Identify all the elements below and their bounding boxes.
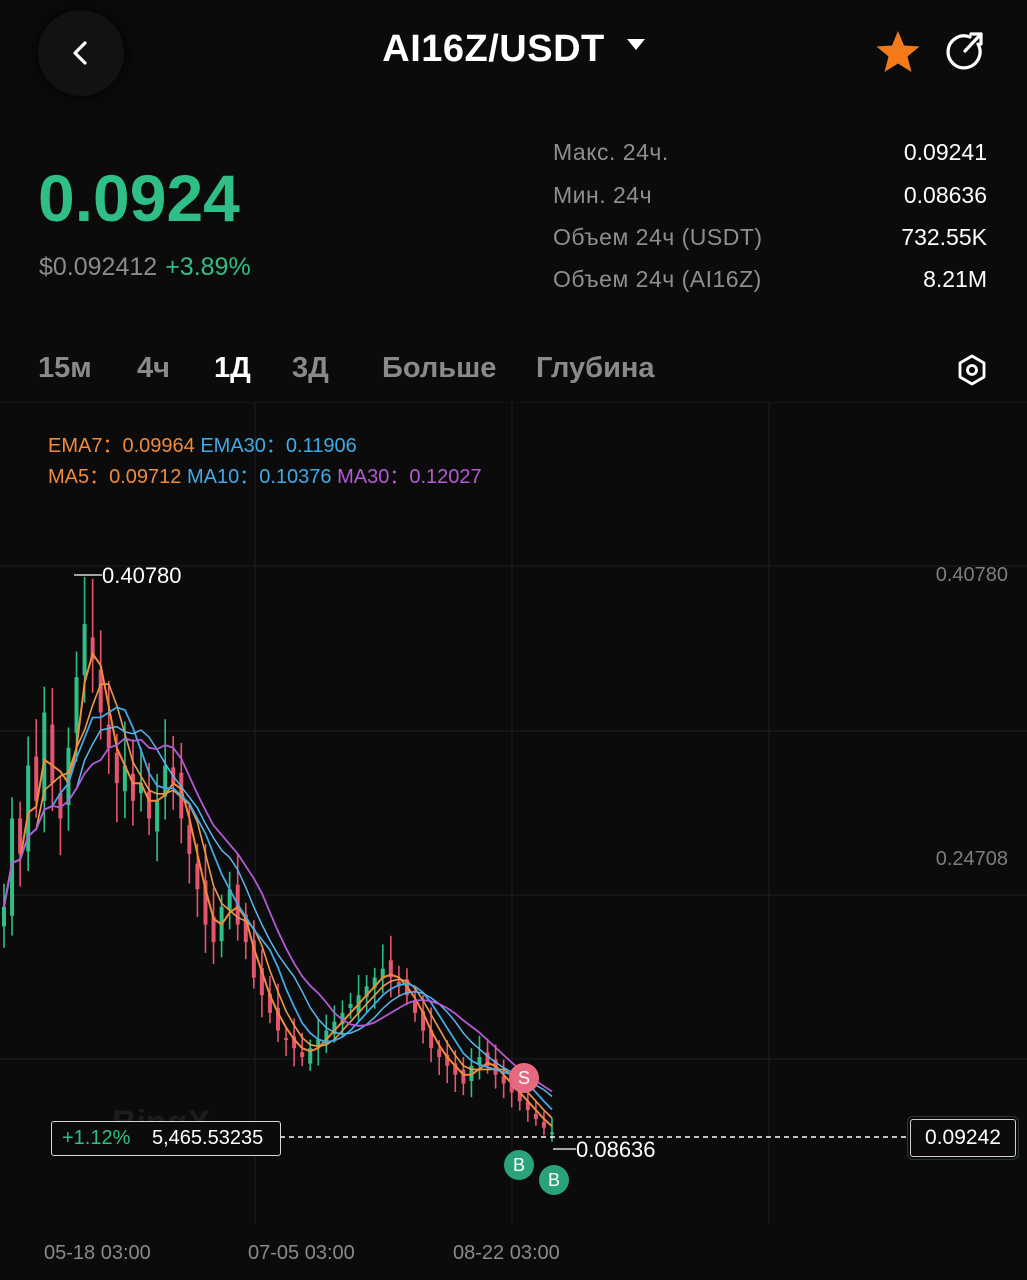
crosshair-percent: +1.12% (62, 1127, 131, 1149)
candle-body (82, 624, 87, 676)
candle-body (187, 825, 192, 854)
stat-value-high: 0.09241 (903, 139, 987, 165)
stat-label-volume-usdt: Объем 24ч (USDT) (553, 224, 763, 250)
crosshair-info-box: +1.12% 5,465.53235 (51, 1121, 281, 1156)
pair-selector[interactable]: AI16Z/USDT (0, 28, 1027, 71)
candle-body (348, 1004, 353, 1008)
tab-depth[interactable]: Глубина (536, 352, 655, 385)
hexagon-gear-icon (958, 354, 986, 386)
caret-down-icon (626, 39, 645, 51)
ema7-label: EMA7： (48, 435, 123, 457)
tab-more[interactable]: Больше (382, 352, 496, 385)
ema30-label: EMA30： (200, 435, 286, 457)
ma10-label: MA10： (186, 466, 260, 488)
tab-15m[interactable]: 15м (38, 352, 92, 385)
stat-label-high: Макс. 24ч. (553, 139, 669, 165)
x-tick-label: 07-05 03:00 (248, 1242, 355, 1264)
ema-legend: EMA7：0.09964 EMA30：0.11906 (48, 429, 357, 458)
ema7-value: 0.09964 (122, 435, 195, 457)
change-percent: +3.89% (165, 253, 251, 281)
low-price-label: 0.08636 (576, 1137, 656, 1162)
candle-body (533, 1113, 538, 1119)
candle-body (550, 1132, 554, 1135)
stat-label-low: Мин. 24ч (553, 182, 653, 208)
chart-grid (0, 402, 1027, 1224)
candle-body (2, 906, 6, 927)
ma10-value: 0.10376 (259, 466, 332, 488)
ma30-label: MA30： (337, 466, 410, 488)
share-button[interactable] (944, 30, 988, 79)
tab-4h[interactable]: 4ч (137, 352, 170, 385)
stat-label-volume-base: Объем 24ч (AI16Z) (553, 266, 762, 292)
stat-value-volume-base: 8.21M (923, 266, 987, 292)
high-price-label: 0.40780 (102, 563, 182, 588)
usd-price-row: $0.092412 +3.89% (39, 253, 251, 282)
candle-body (541, 1122, 546, 1128)
tab-3d[interactable]: 3Д (292, 352, 329, 385)
y-tick-label: 0.40780 (935, 564, 1008, 586)
indicator-lines (3, 651, 553, 1128)
y-tick-label: 0.24708 (935, 848, 1008, 870)
candle-body (50, 724, 55, 784)
candle-body (284, 1038, 289, 1041)
candle-body (42, 712, 47, 801)
pair-title: AI16Z/USDT (382, 28, 605, 70)
buy-marker[interactable]: B (504, 1150, 534, 1180)
crosshair-value: 5,465.53235 (152, 1127, 264, 1149)
candles (2, 576, 554, 1142)
ma30-value: 0.12027 (409, 466, 482, 488)
ma-legend: MA5：0.09712 MA10：0.10376 MA30：0.12027 (48, 460, 482, 489)
buy-marker[interactable]: B (539, 1165, 569, 1195)
last-price: 0.0924 (38, 161, 240, 235)
chart-settings-button[interactable] (955, 353, 989, 392)
candle-body (195, 863, 200, 890)
x-tick-label: 05-18 03:00 (44, 1242, 151, 1264)
ma5-value: 0.09712 (109, 466, 182, 488)
ma10-line (3, 706, 553, 1111)
candle-body (114, 752, 119, 784)
stat-value-low: 0.08636 (903, 182, 987, 208)
favorite-button[interactable] (874, 28, 922, 81)
tab-1d[interactable]: 1Д (214, 352, 251, 385)
star-icon (876, 31, 920, 72)
candle-body (155, 800, 160, 832)
ema30-value: 0.11906 (285, 435, 357, 457)
candle-body (437, 1049, 442, 1058)
ma5-label: MA5： (48, 466, 110, 488)
share-icon (946, 32, 983, 70)
candle-body (300, 1052, 305, 1058)
sell-marker[interactable]: S (509, 1063, 539, 1093)
candle-body (74, 677, 79, 733)
ema7-line (3, 683, 553, 1119)
x-tick-label: 08-22 03:00 (453, 1242, 560, 1264)
usd-price: $0.092412 (39, 253, 158, 281)
stat-value-volume-usdt: 732.55K (901, 224, 987, 250)
current-price-label[interactable]: 0.09242 (910, 1119, 1016, 1157)
